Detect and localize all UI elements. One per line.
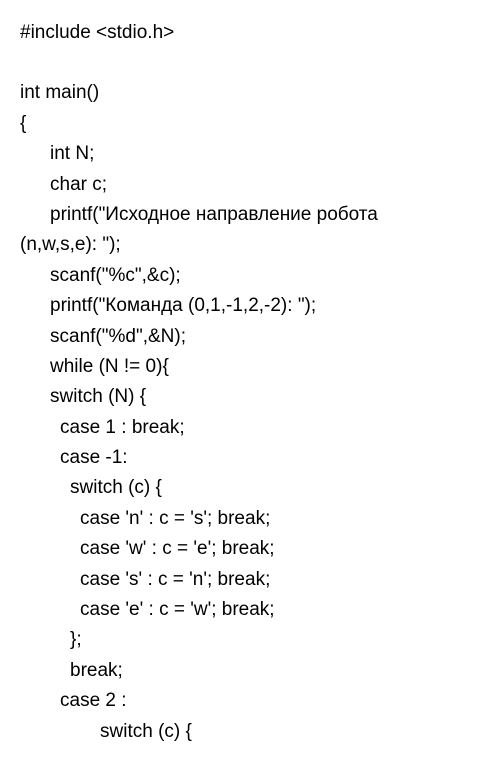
code-line: { [20, 109, 480, 139]
code-line: int N; [20, 139, 480, 169]
code-line: break; [20, 656, 480, 686]
code-line: switch (c) { [20, 717, 480, 747]
code-line: case 'n' : c = 's'; break; [20, 504, 480, 534]
code-line: }; [20, 625, 480, 655]
code-line: int main() [20, 78, 480, 108]
code-line: case 's' : c = 'n'; break; [20, 565, 480, 595]
code-line: printf("Команда (0,1,-1,2,-2): "); [20, 291, 480, 321]
code-line: case 'w' : c = 'e'; break; [20, 534, 480, 564]
code-line: #include <stdio.h> [20, 18, 480, 48]
code-line: (n,w,s,e): "); [20, 230, 480, 260]
code-line: scanf("%c",&c); [20, 261, 480, 291]
code-line: while (N != 0){ [20, 352, 480, 382]
code-line: switch (c) { [20, 473, 480, 503]
code-block: #include <stdio.h> int main() { int N; c… [20, 18, 480, 747]
code-line: switch (N) { [20, 382, 480, 412]
code-line: case -1: [20, 443, 480, 473]
code-line: scanf("%d",&N); [20, 322, 480, 352]
blank-line [20, 48, 480, 78]
code-line: case 'e' : c = 'w'; break; [20, 595, 480, 625]
code-line: printf("Исходное направление робота [20, 200, 480, 230]
code-line: case 2 : [20, 686, 480, 716]
code-line: case 1 : break; [20, 413, 480, 443]
code-line: char c; [20, 170, 480, 200]
